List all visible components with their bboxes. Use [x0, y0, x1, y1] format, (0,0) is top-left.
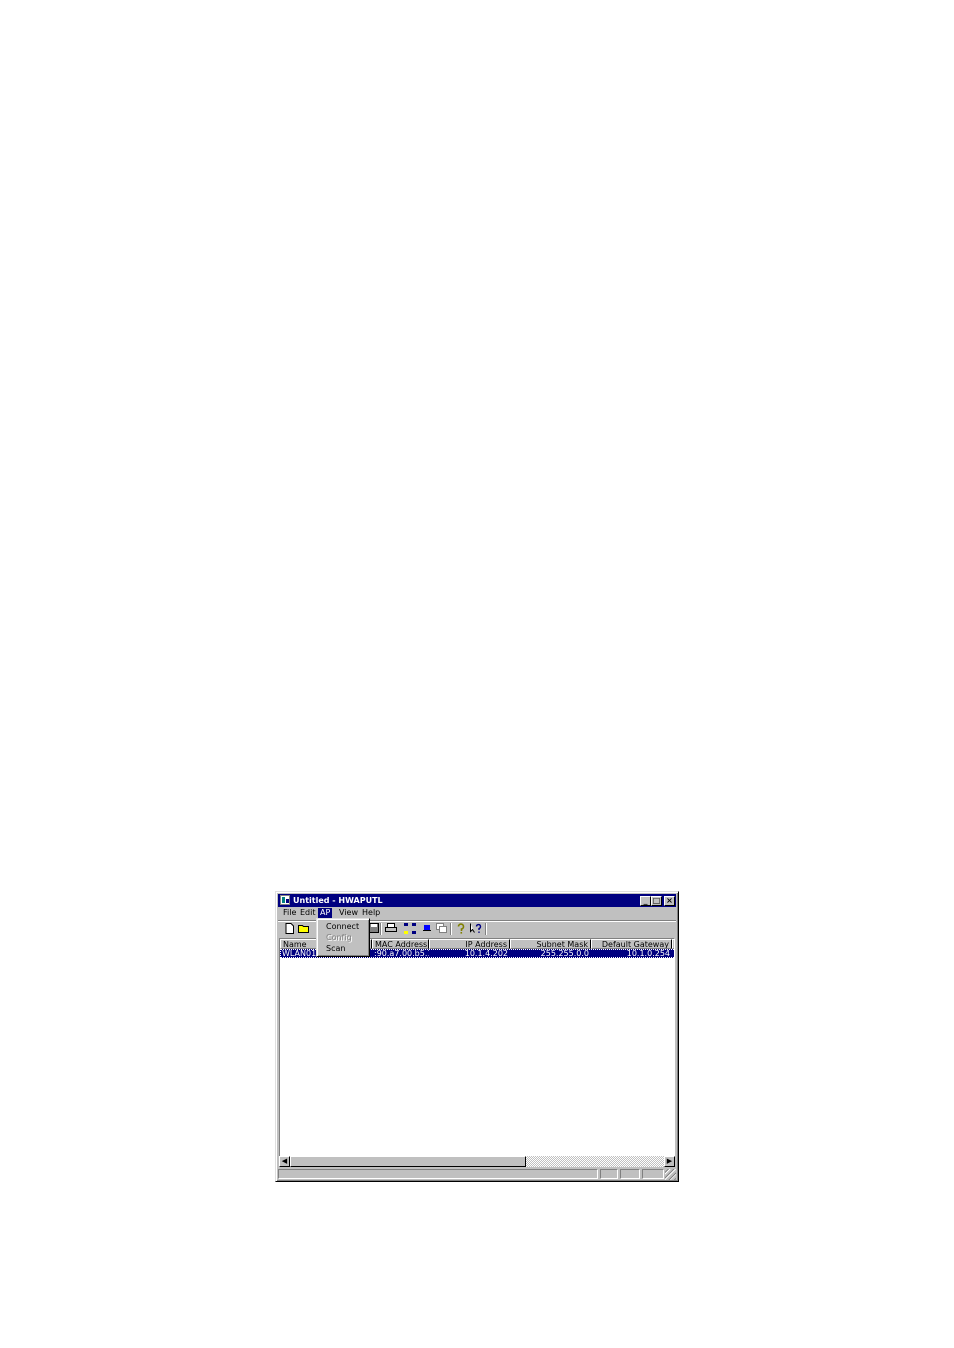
app-icon[interactable] — [280, 895, 290, 905]
menu-item-connect[interactable]: Connect — [326, 921, 359, 932]
column-header-subnet[interactable]: Subnet Mask — [510, 939, 591, 949]
close-button[interactable]: × — [664, 896, 675, 906]
minimize-button[interactable]: _ — [640, 896, 651, 906]
ap-dropdown-menu: Connect Config Scan — [316, 918, 370, 957]
menu-item-config: Config — [326, 933, 352, 942]
menu-help[interactable]: Help — [360, 908, 382, 918]
maximize-button[interactable]: □ — [651, 896, 662, 906]
column-header-mac[interactable]: MAC Address — [372, 939, 429, 949]
status-pane — [600, 1169, 618, 1179]
toolbar-separator — [380, 923, 382, 935]
status-pane — [620, 1169, 640, 1179]
status-bar — [278, 1168, 676, 1180]
title-bar[interactable]: Untitled - HWAPUTL _ □ × — [278, 894, 676, 907]
access-point-list[interactable]: Name MAC Address IP Address Subnet Mask … — [279, 938, 675, 1158]
cell-mac: :90.a7.00.b5.1d — [374, 949, 429, 958]
single-ap-icon[interactable] — [421, 923, 433, 935]
help-icon[interactable] — [455, 923, 467, 935]
toolbar-separator — [450, 923, 452, 935]
window-title: Untitled - HWAPUTL — [293, 896, 383, 905]
scroll-thumb[interactable] — [290, 1156, 526, 1167]
new-file-icon[interactable] — [284, 923, 296, 935]
status-pane — [642, 1169, 664, 1179]
menu-item-scan[interactable]: Scan — [326, 943, 345, 954]
column-header-gateway[interactable]: Default Gateway — [591, 939, 672, 949]
horizontal-scrollbar[interactable]: ◀ ▶ — [279, 1156, 675, 1167]
cell-gateway: 10.1.0.254 — [626, 949, 670, 958]
menu-file[interactable]: File — [281, 908, 298, 918]
print-icon[interactable] — [385, 923, 397, 935]
scroll-left-button[interactable]: ◀ — [279, 1156, 290, 1167]
menu-edit[interactable]: Edit — [298, 908, 318, 918]
toolbar-separator — [485, 923, 487, 935]
open-folder-icon[interactable] — [298, 923, 310, 935]
scroll-right-button[interactable]: ▶ — [664, 1156, 675, 1167]
resize-grip[interactable] — [665, 1169, 676, 1180]
cell-ip: 10.1.4.202 — [464, 949, 508, 958]
menu-ap[interactable]: AP — [318, 908, 333, 918]
status-pane-main — [278, 1169, 598, 1179]
column-header-filler — [672, 939, 674, 949]
cell-subnet: 255.255.0.0 — [540, 949, 589, 958]
context-help-icon[interactable] — [470, 923, 482, 935]
column-header-ip[interactable]: IP Address — [429, 939, 510, 949]
network-icon[interactable] — [404, 923, 416, 935]
menu-view[interactable]: View — [337, 908, 360, 918]
window-icon[interactable] — [435, 923, 447, 935]
